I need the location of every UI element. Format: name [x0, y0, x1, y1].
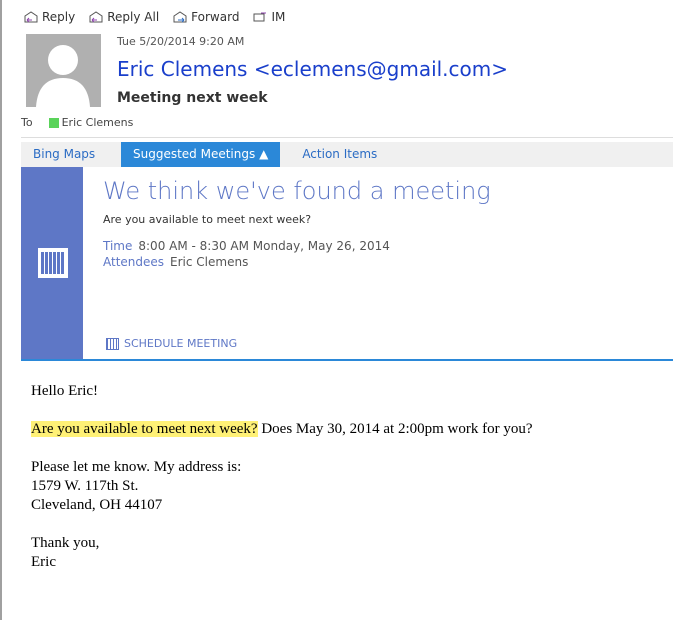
signature: Eric: [31, 554, 56, 570]
panel-title: We think we've found a meeting: [103, 177, 491, 205]
divider: [21, 137, 673, 138]
highlighted-text: Are you available to meet next week?: [31, 421, 258, 437]
tab-action-items[interactable]: Action Items: [280, 142, 389, 167]
forward-icon: [173, 11, 187, 23]
address-street: 1579 W. 117th St.: [31, 478, 139, 494]
greeting: Hello Eric!: [31, 383, 99, 399]
toolbar: Reply Reply All Forward IM: [24, 10, 285, 24]
calendar-small-icon: [106, 337, 119, 350]
addin-tabs: Bing Maps Suggested Meetings ▲ Action It…: [21, 142, 673, 167]
im-button[interactable]: IM: [253, 10, 285, 24]
forward-button[interactable]: Forward: [173, 10, 239, 24]
calendar-icon: [38, 248, 68, 278]
attendees-value: Eric Clemens: [170, 255, 249, 269]
presence-icon: [48, 117, 59, 128]
im-icon: [253, 12, 267, 22]
time-value: 8:00 AM - 8:30 AM Monday, May 26, 2014: [138, 239, 390, 253]
subject: Meeting next week: [117, 90, 268, 106]
im-label: IM: [271, 10, 286, 24]
to-line: To Eric Clemens: [21, 116, 133, 129]
panel-question: Are you available to meet next week?: [103, 213, 312, 226]
to-label: To: [21, 116, 33, 129]
signoff: Thank you, Eric: [31, 534, 533, 572]
forward-label: Forward: [191, 10, 240, 24]
reply-all-label: Reply All: [107, 10, 160, 24]
chevron-up-icon: ▲: [259, 147, 269, 161]
avatar: [21, 34, 101, 107]
sender[interactable]: Eric Clemens <eclemens@gmail.com>: [117, 57, 508, 81]
time-label: Time: [103, 239, 133, 253]
window-border: [0, 0, 2, 620]
tab-suggested-meetings[interactable]: Suggested Meetings ▲: [121, 142, 281, 167]
reply-button[interactable]: Reply: [24, 10, 75, 24]
body-text: Does May 30, 2014 at 2:00pm work for you…: [257, 421, 533, 437]
attendees-row: Attendees Eric Clemens: [103, 255, 248, 269]
schedule-meeting-button[interactable]: SCHEDULE MEETING: [106, 337, 237, 350]
tab-bing-maps[interactable]: Bing Maps: [21, 142, 121, 167]
address-city: Cleveland, OH 44107: [31, 497, 163, 513]
suggested-meeting-panel: We think we've found a meeting Are you a…: [21, 167, 673, 361]
sent-date: Tue 5/20/2014 9:20 AM: [117, 35, 245, 48]
attendees-label: Attendees: [103, 255, 165, 269]
body-line: Please let me know. My address is:: [31, 459, 242, 475]
reply-all-icon: [89, 11, 103, 23]
reply-icon: [24, 11, 38, 23]
tab-label: Suggested Meetings: [133, 147, 256, 161]
message-body: Hello Eric! Are you available to meet ne…: [31, 382, 533, 591]
time-row: Time 8:00 AM - 8:30 AM Monday, May 26, 20…: [103, 239, 390, 253]
recipient[interactable]: Eric Clemens: [62, 116, 134, 129]
reply-label: Reply: [42, 10, 76, 24]
schedule-label: SCHEDULE MEETING: [124, 337, 238, 350]
reply-all-button[interactable]: Reply All: [89, 10, 159, 24]
closing: Thank you,: [31, 535, 100, 551]
address-block: Please let me know. My address is: 1579 W…: [31, 458, 533, 515]
panel-sidebar: [21, 167, 83, 359]
body-paragraph: Are you available to meet next week? Doe…: [31, 420, 533, 439]
